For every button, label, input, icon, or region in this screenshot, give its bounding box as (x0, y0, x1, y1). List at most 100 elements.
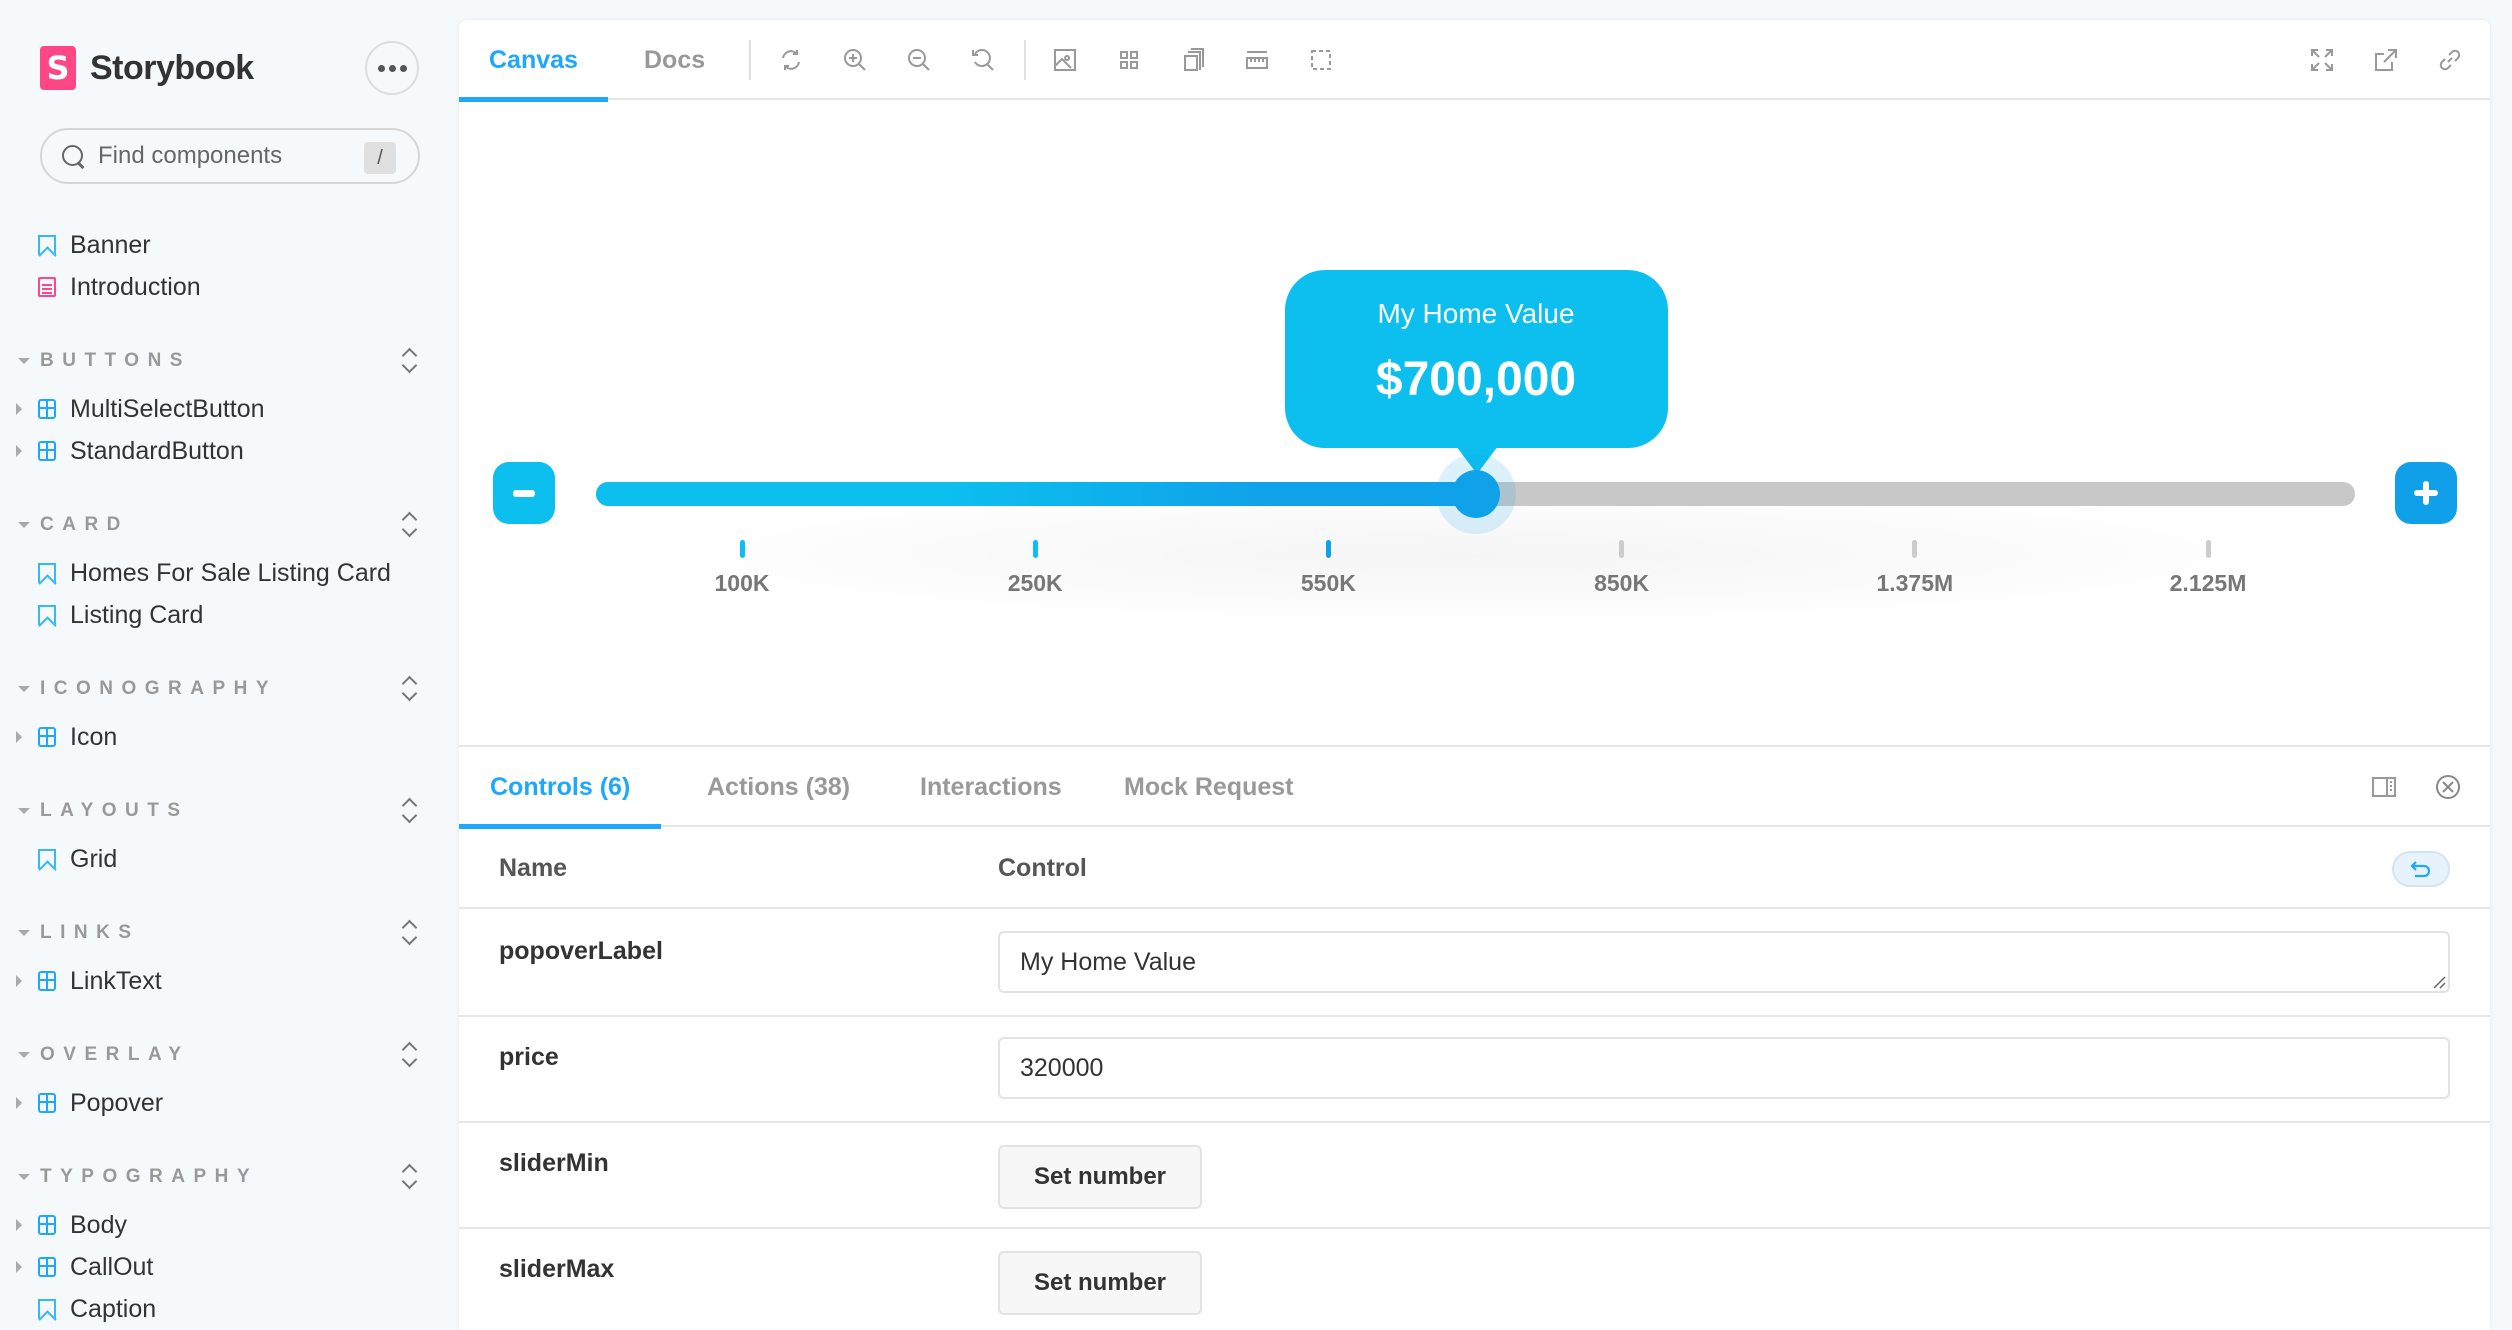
background-icon[interactable] (1051, 46, 1079, 74)
sidebar-item-introduction[interactable]: Introduction (38, 267, 201, 307)
tab-interactions[interactable]: Interactions (889, 747, 1093, 827)
tab-docs[interactable]: Docs (614, 20, 735, 100)
expand-caret-icon[interactable] (16, 1097, 22, 1109)
tab-actions[interactable]: Actions (38) (676, 747, 881, 827)
zoom-out-icon[interactable] (905, 46, 933, 74)
bookmark-icon (38, 605, 56, 625)
collapse-caret-icon (18, 522, 30, 528)
main-panel: Canvas Docs My Home Value $700,000 100K … (459, 20, 2490, 1330)
expand-collapse-all-icon[interactable] (400, 1040, 418, 1070)
expand-caret-icon[interactable] (16, 731, 22, 743)
sidebar-item-listing-card[interactable]: Listing Card (38, 595, 203, 635)
expand-collapse-all-icon[interactable] (400, 918, 418, 948)
sidebar-group-buttons[interactable]: BUTTONS (18, 346, 418, 376)
decrement-button[interactable] (493, 462, 555, 524)
sidebar-item-popover[interactable]: Popover (16, 1083, 163, 1123)
expand-caret-icon[interactable] (16, 445, 22, 457)
open-new-tab-icon[interactable] (2372, 46, 2400, 74)
column-header-control: Control (998, 854, 1087, 882)
component-icon (38, 971, 56, 991)
sidebar-item-grid[interactable]: Grid (38, 839, 117, 879)
slider-tick (2205, 540, 2211, 558)
expand-collapse-all-icon[interactable] (400, 346, 418, 376)
slider-tick-label: 850K (1594, 570, 1650, 596)
fullscreen-icon[interactable] (2308, 46, 2336, 74)
control-name: sliderMin (499, 1149, 609, 1177)
tab-mock-request[interactable]: Mock Request (1093, 747, 1324, 827)
collapse-caret-icon (18, 808, 30, 814)
slidermin-set-number-button[interactable]: Set number (998, 1145, 1202, 1209)
control-row-popoverlabel: popoverLabel My Home Value (459, 911, 2490, 1017)
input-value: My Home Value (1020, 947, 1196, 976)
zoom-in-icon[interactable] (841, 46, 869, 74)
more-options-button[interactable] (365, 41, 419, 95)
home-value-popover: My Home Value $700,000 (1284, 270, 1668, 474)
sidebar-item-standardbutton[interactable]: StandardButton (16, 431, 244, 471)
sidebar-item-caption[interactable]: Caption (38, 1289, 156, 1329)
viewport-icon[interactable] (1179, 46, 1207, 74)
close-panel-icon[interactable] (2434, 773, 2462, 801)
popoverlabel-textarea[interactable]: My Home Value (998, 931, 2450, 993)
price-input[interactable]: 320000 (998, 1037, 2450, 1099)
sidebar-group-overlay[interactable]: OVERLAY (18, 1040, 418, 1070)
expand-caret-icon[interactable] (16, 975, 22, 987)
grid-icon[interactable] (1115, 46, 1143, 74)
resize-handle-icon[interactable] (2432, 975, 2446, 989)
panel-orientation-icon[interactable] (2370, 773, 2398, 801)
component-icon (38, 399, 56, 419)
sidebar-item-label: Body (70, 1210, 127, 1239)
group-title: TYPOGRAPHY (40, 1166, 259, 1187)
reset-controls-button[interactable] (2392, 851, 2450, 887)
tab-canvas[interactable]: Canvas (459, 20, 608, 102)
sidebar-group-typography[interactable]: TYPOGRAPHY (18, 1162, 418, 1192)
sidebar-item-homes-for-sale-listing-card[interactable]: Homes For Sale Listing Card (38, 553, 391, 593)
sidebar: S Storybook Find components / Banner Int… (0, 0, 458, 1330)
toolbar: Canvas Docs (459, 20, 2490, 102)
slider-tick-label: 250K (1007, 570, 1063, 596)
sidebar-group-layouts[interactable]: LAYOUTS (18, 796, 418, 826)
sidebar-item-label: StandardButton (70, 436, 244, 465)
sidebar-group-card[interactable]: CARD (18, 510, 418, 540)
sidebar-item-banner[interactable]: Banner (38, 225, 151, 265)
slidermax-set-number-button[interactable]: Set number (998, 1251, 1202, 1315)
expand-caret-icon[interactable] (16, 403, 22, 415)
measure-icon[interactable] (1243, 46, 1271, 74)
reload-icon[interactable] (777, 46, 805, 74)
tab-controls[interactable]: Controls (6) (459, 747, 662, 829)
outline-icon[interactable] (1307, 46, 1335, 74)
bookmark-icon (38, 563, 56, 583)
control-row-price: price 320000 (459, 1017, 2490, 1123)
component-icon (38, 1257, 56, 1277)
expand-collapse-all-icon[interactable] (400, 510, 418, 540)
bookmark-icon (38, 849, 56, 869)
copy-link-icon[interactable] (2436, 46, 2464, 74)
ellipsis-dot (388, 64, 396, 72)
group-title: OVERLAY (40, 1044, 190, 1065)
popover-label: My Home Value (1377, 298, 1575, 329)
sidebar-group-links[interactable]: LINKS (18, 918, 418, 948)
sidebar-item-linktext[interactable]: LinkText (16, 961, 162, 1001)
search-icon (60, 143, 86, 169)
expand-caret-icon[interactable] (16, 1219, 22, 1231)
expand-collapse-all-icon[interactable] (400, 796, 418, 826)
sidebar-item-body[interactable]: Body (16, 1205, 127, 1245)
sidebar-item-multiselectbutton[interactable]: MultiSelectButton (16, 389, 265, 429)
expand-caret-icon[interactable] (16, 1261, 22, 1273)
search-input[interactable]: Find components / (40, 128, 420, 184)
ellipsis-dot (399, 64, 407, 72)
storybook-brand[interactable]: S Storybook (40, 46, 254, 90)
slider-thumb[interactable] (1451, 470, 1500, 518)
control-name: price (499, 1043, 559, 1071)
slider-tick-label: 550K (1300, 570, 1356, 596)
control-row-slidermax: sliderMax Set number (459, 1229, 2490, 1330)
expand-collapse-all-icon[interactable] (400, 674, 418, 704)
sidebar-item-icon[interactable]: Icon (16, 717, 117, 757)
zoom-reset-icon[interactable] (969, 46, 997, 74)
undo-icon (2410, 861, 2431, 878)
expand-collapse-all-icon[interactable] (400, 1162, 418, 1192)
sidebar-item-callout[interactable]: CallOut (16, 1247, 153, 1287)
popover-value: $700,000 (1375, 353, 1577, 406)
increment-button[interactable] (2395, 462, 2457, 524)
collapse-caret-icon (18, 1052, 30, 1058)
sidebar-group-iconography[interactable]: ICONOGRAPHY (18, 674, 418, 704)
